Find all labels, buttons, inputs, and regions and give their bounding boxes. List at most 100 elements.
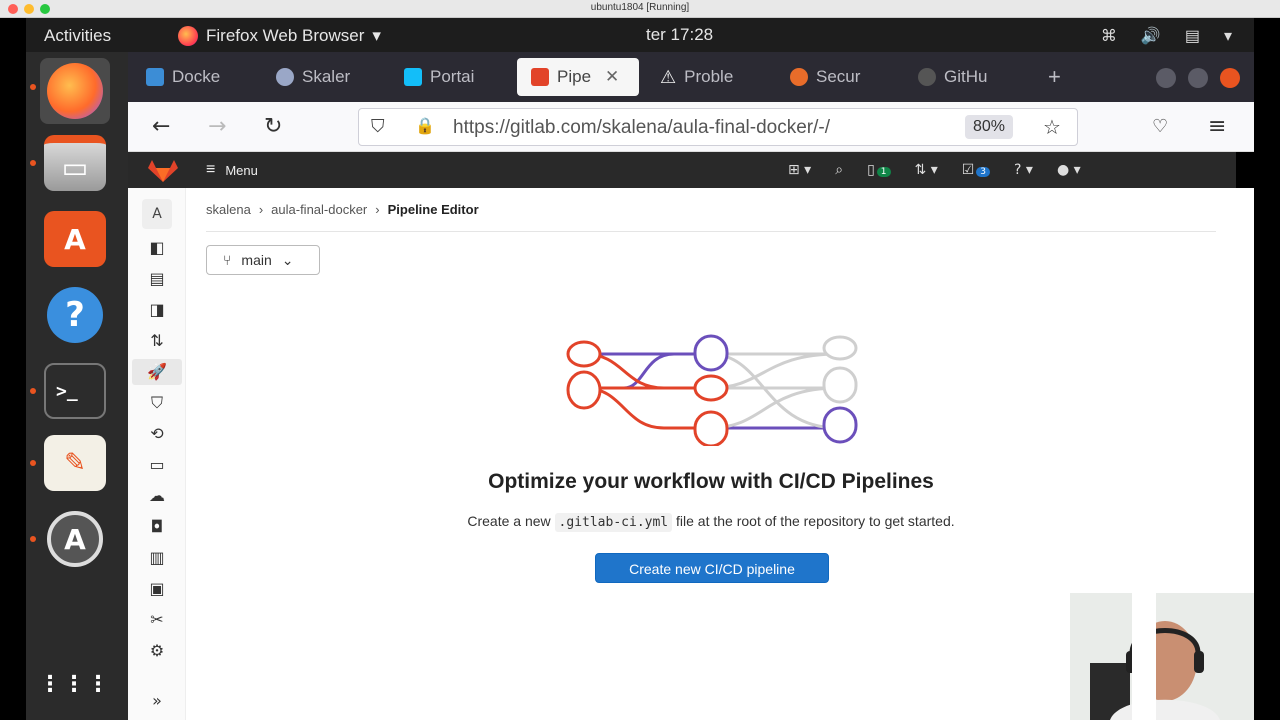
- back-arrow-icon[interactable]: ←: [152, 114, 170, 139]
- merge-requests-icon[interactable]: ⇅: [144, 328, 170, 354]
- tab-github[interactable]: GitHu: [904, 58, 1028, 96]
- tab-label: Pipe: [557, 67, 592, 86]
- tab-label: Docke: [172, 67, 221, 86]
- close-tab-icon[interactable]: ✕: [605, 67, 619, 87]
- infrastructure-icon[interactable]: ☁: [144, 483, 170, 509]
- hamburger-icon: ≡: [206, 161, 216, 178]
- chevron-down-icon[interactable]: ▾: [1224, 26, 1232, 46]
- warning-icon: ⚠: [660, 66, 677, 87]
- issues-icon[interactable]: ▯ 1: [867, 162, 891, 178]
- portainer-icon: [404, 68, 422, 86]
- tab-label: Proble: [684, 67, 734, 86]
- url-text[interactable]: https://gitlab.com/skalena/aula-final-do…: [453, 117, 953, 139]
- url-bar[interactable]: ⛉ 🔒 https://gitlab.com/skalena/aula-fina…: [358, 108, 1078, 146]
- running-indicator: [30, 536, 36, 542]
- new-item-icon[interactable]: ⊞ ▾: [788, 162, 811, 178]
- maximize-icon[interactable]: [1188, 68, 1208, 88]
- dock-files[interactable]: ▭: [30, 134, 110, 192]
- monitor-icon[interactable]: ▭: [144, 452, 170, 478]
- tab-problem[interactable]: ⚠ Proble: [646, 58, 770, 96]
- tab-label: Portai: [430, 67, 475, 86]
- branch-icon: ⑂: [223, 252, 232, 268]
- show-apps-button[interactable]: ⋮⋮⋮: [39, 656, 111, 714]
- system-tray[interactable]: ⌘ 🔊 ▤ ▾: [1101, 26, 1232, 46]
- shield-icon[interactable]: ⛉: [371, 116, 385, 137]
- new-tab-button[interactable]: +: [1034, 58, 1074, 96]
- wiki-book-icon[interactable]: ▣: [144, 576, 170, 602]
- chevron-right-icon: ›: [375, 202, 380, 217]
- gitlab-menu-button[interactable]: ≡ Menu: [206, 161, 258, 179]
- clipboard-icon[interactable]: ▤: [1185, 26, 1200, 46]
- project-avatar[interactable]: A: [142, 199, 172, 229]
- reload-icon[interactable]: ↻: [264, 114, 282, 139]
- create-pipeline-button[interactable]: Create new CI/CD pipeline: [595, 553, 829, 583]
- navigation-bar: ← → ↻ ⛉ 🔒 https://gitlab.com/skalena/aul…: [128, 102, 1254, 152]
- dock-text-editor[interactable]: ✎: [30, 434, 110, 492]
- project-overview-icon[interactable]: ◧: [144, 235, 170, 261]
- close-icon[interactable]: [1220, 68, 1240, 88]
- breadcrumb: skalena › aula-final-docker › Pipeline E…: [206, 202, 479, 217]
- description-prefix: Create a new: [467, 513, 551, 529]
- minimize-icon[interactable]: [1156, 68, 1176, 88]
- activities-button[interactable]: Activities: [44, 26, 111, 46]
- lock-icon[interactable]: 🔒: [415, 116, 435, 135]
- user-avatar[interactable]: ● ▾: [1057, 162, 1081, 178]
- breadcrumb-current[interactable]: Pipeline Editor: [388, 202, 479, 217]
- ci-cd-rocket-icon[interactable]: 🚀: [132, 359, 182, 385]
- hamburger-menu-icon[interactable]: ≡: [1208, 114, 1226, 139]
- snippets-scissors-icon[interactable]: ✂: [144, 607, 170, 633]
- plus-icon: +: [1048, 64, 1061, 89]
- packages-icon[interactable]: ◘: [144, 514, 170, 540]
- settings-gear-icon[interactable]: ⚙: [144, 638, 170, 664]
- dock-firefox[interactable]: [30, 58, 110, 124]
- tab-label: Skaler: [302, 67, 351, 86]
- zoom-level[interactable]: 80%: [965, 115, 1014, 139]
- tab-label: Secur: [816, 67, 861, 86]
- todos-badge: 3: [976, 167, 991, 177]
- dock-terminal[interactable]: >_: [30, 362, 110, 420]
- app-menu[interactable]: Firefox Web Browser ▾: [178, 26, 381, 46]
- branch-switcher[interactable]: ⑂ main ⌄: [206, 245, 320, 275]
- tab-portainer[interactable]: Portai: [390, 58, 514, 96]
- breadcrumb-project[interactable]: aula-final-docker: [271, 202, 367, 217]
- expand-sidebar-icon[interactable]: »: [144, 688, 170, 714]
- docker-icon: [146, 68, 164, 86]
- analytics-chart-icon[interactable]: ▥: [144, 545, 170, 571]
- tab-pipeline-editor[interactable]: Pipe ✕: [517, 58, 639, 96]
- presenter-image: [1090, 621, 1220, 720]
- firefox-icon: [790, 68, 808, 86]
- notepad-icon: ✎: [44, 435, 106, 491]
- software-updater-icon: A: [47, 511, 103, 567]
- dock-help[interactable]: ?: [40, 286, 110, 344]
- chevron-right-icon: ›: [258, 202, 264, 217]
- pocket-icon[interactable]: ♡: [1152, 116, 1168, 137]
- dock-software[interactable]: A: [40, 210, 110, 268]
- security-shield-icon[interactable]: ⛉: [144, 390, 170, 416]
- running-indicator: [30, 160, 36, 166]
- gitlab-logo-icon[interactable]: [148, 160, 178, 182]
- header-divider: [206, 231, 1216, 232]
- repository-icon[interactable]: ▤: [144, 266, 170, 292]
- forward-arrow-icon[interactable]: →: [208, 114, 226, 139]
- dock-updater[interactable]: A: [30, 510, 110, 568]
- empty-state-description: Create a new .gitlab-ci.yml file at the …: [348, 513, 1074, 532]
- help-icon[interactable]: ? ▾: [1014, 162, 1033, 178]
- network-icon[interactable]: ⌘: [1101, 26, 1117, 46]
- volume-icon[interactable]: 🔊: [1141, 26, 1161, 46]
- gitlab-ci-filename: .gitlab-ci.yml: [554, 513, 673, 532]
- tab-skalena[interactable]: Skaler: [262, 58, 386, 96]
- todo-icon[interactable]: ☑ 3: [962, 162, 991, 178]
- issues-icon[interactable]: ◨: [144, 297, 170, 323]
- grid-icon: ⋮⋮⋮: [39, 672, 111, 697]
- deployments-icon[interactable]: ⟲: [144, 421, 170, 447]
- merge-request-icon[interactable]: ⇅ ▾: [915, 162, 938, 178]
- search-icon[interactable]: ⌕: [835, 162, 843, 178]
- clock[interactable]: ter 17:28: [646, 25, 713, 45]
- file-cabinet-icon: ▭: [44, 135, 106, 191]
- chevron-down-icon: ▾: [372, 26, 381, 45]
- breadcrumb-group[interactable]: skalena: [206, 202, 251, 217]
- running-indicator: [30, 388, 36, 394]
- tab-docker[interactable]: Docke: [132, 58, 256, 96]
- tab-security[interactable]: Secur: [776, 58, 900, 96]
- bookmark-star-icon[interactable]: ☆: [1043, 115, 1061, 139]
